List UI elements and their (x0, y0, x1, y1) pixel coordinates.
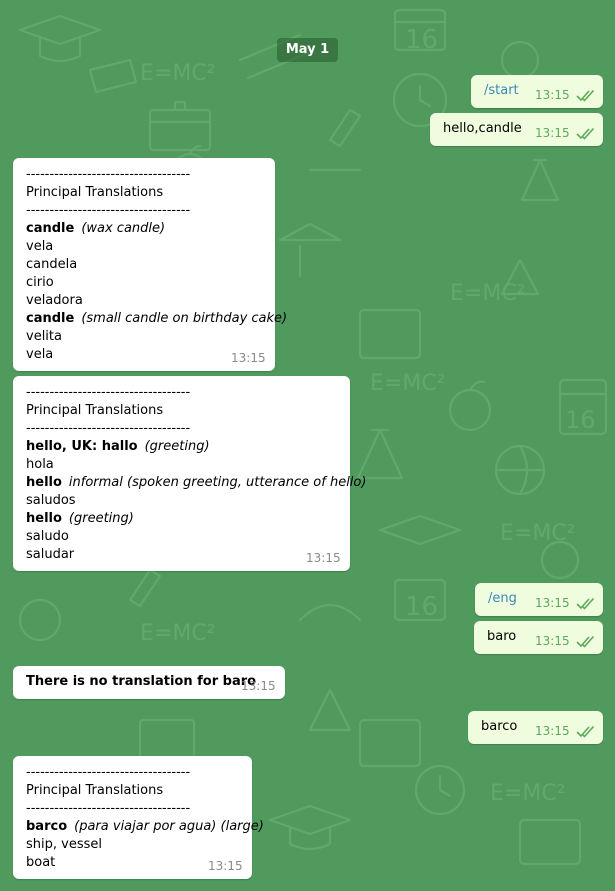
entry-note: (greeting) (68, 511, 134, 526)
translation: candela (26, 257, 78, 272)
translation: ship, vessel (26, 837, 102, 852)
message-time: 13:15 (535, 596, 570, 610)
separator-line: ----------------------------------- (26, 385, 191, 400)
double-check-icon (576, 90, 595, 102)
message-text: There is no translation for baro (26, 674, 257, 689)
message-body: ----------------------------------- Prin… (26, 764, 264, 872)
translation: vela (26, 239, 54, 254)
separator-line: ----------------------------------- (26, 765, 191, 780)
entry-word: candle (26, 311, 75, 326)
entry-word: hello (26, 475, 62, 490)
command-link[interactable]: /eng (488, 591, 517, 606)
translation: hola (26, 457, 54, 472)
incoming-message[interactable]: ----------------------------------- Prin… (13, 158, 287, 371)
entry-note: informal (spoken greeting, utterance of … (68, 475, 367, 490)
entry-note: (greeting) (144, 439, 210, 454)
message-time: 13:15 (231, 351, 266, 365)
translation: saludos (26, 493, 76, 508)
section-heading: Principal Translations (26, 403, 164, 418)
entry-note: (para viajar por agua) (large) (74, 819, 264, 834)
section-heading: Principal Translations (26, 185, 164, 200)
double-check-icon (576, 636, 595, 648)
separator-line: ----------------------------------- (26, 203, 191, 218)
chat-area: May 1 /start 13:15 hello,candle 13:15 --… (0, 0, 615, 891)
translation: cirio (26, 275, 54, 290)
outgoing-message[interactable]: /start 13:15 (471, 75, 603, 108)
section-heading: Principal Translations (26, 783, 164, 798)
entry-word: hello (26, 511, 62, 526)
message-time: 13:15 (208, 859, 243, 873)
incoming-message[interactable]: There is no translation for baro 13:15 (13, 666, 285, 699)
message-text: hello,candle (443, 121, 522, 136)
message-time: 13:15 (241, 679, 276, 693)
entry-note: (wax candle) (81, 221, 166, 236)
message-text: baro (487, 629, 517, 644)
separator-line: ----------------------------------- (26, 421, 191, 436)
incoming-message[interactable]: ----------------------------------- Prin… (13, 756, 264, 879)
translation: veladora (26, 293, 83, 308)
double-check-icon (576, 726, 595, 738)
entry-word: candle (26, 221, 75, 236)
translation: velita (26, 329, 62, 344)
message-time: 13:15 (535, 634, 570, 648)
message-time: 13:15 (535, 126, 570, 140)
entry-word: hello, UK: hallo (26, 439, 138, 454)
message-time: 13:15 (306, 551, 341, 565)
separator-line: ----------------------------------- (26, 801, 191, 816)
message-time: 13:15 (535, 88, 570, 102)
outgoing-message[interactable]: baro 13:15 (474, 621, 603, 654)
date-separator: May 1 (277, 38, 338, 62)
outgoing-message[interactable]: barco 13:15 (468, 711, 603, 744)
message-text: barco (481, 719, 518, 734)
outgoing-message[interactable]: /eng 13:15 (475, 583, 603, 616)
double-check-icon (576, 598, 595, 610)
double-check-icon (576, 128, 595, 140)
message-body: ----------------------------------- Prin… (26, 384, 366, 564)
translation: saludo (26, 529, 69, 544)
command-link[interactable]: /start (484, 83, 519, 98)
incoming-message[interactable]: ----------------------------------- Prin… (13, 376, 366, 571)
separator-line: ----------------------------------- (26, 167, 191, 182)
message-body: ----------------------------------- Prin… (26, 166, 287, 364)
outgoing-message[interactable]: hello,candle 13:15 (430, 113, 603, 146)
message-time: 13:15 (535, 724, 570, 738)
entry-word: barco (26, 819, 68, 834)
entry-note: (small candle on birthday cake) (81, 311, 288, 326)
